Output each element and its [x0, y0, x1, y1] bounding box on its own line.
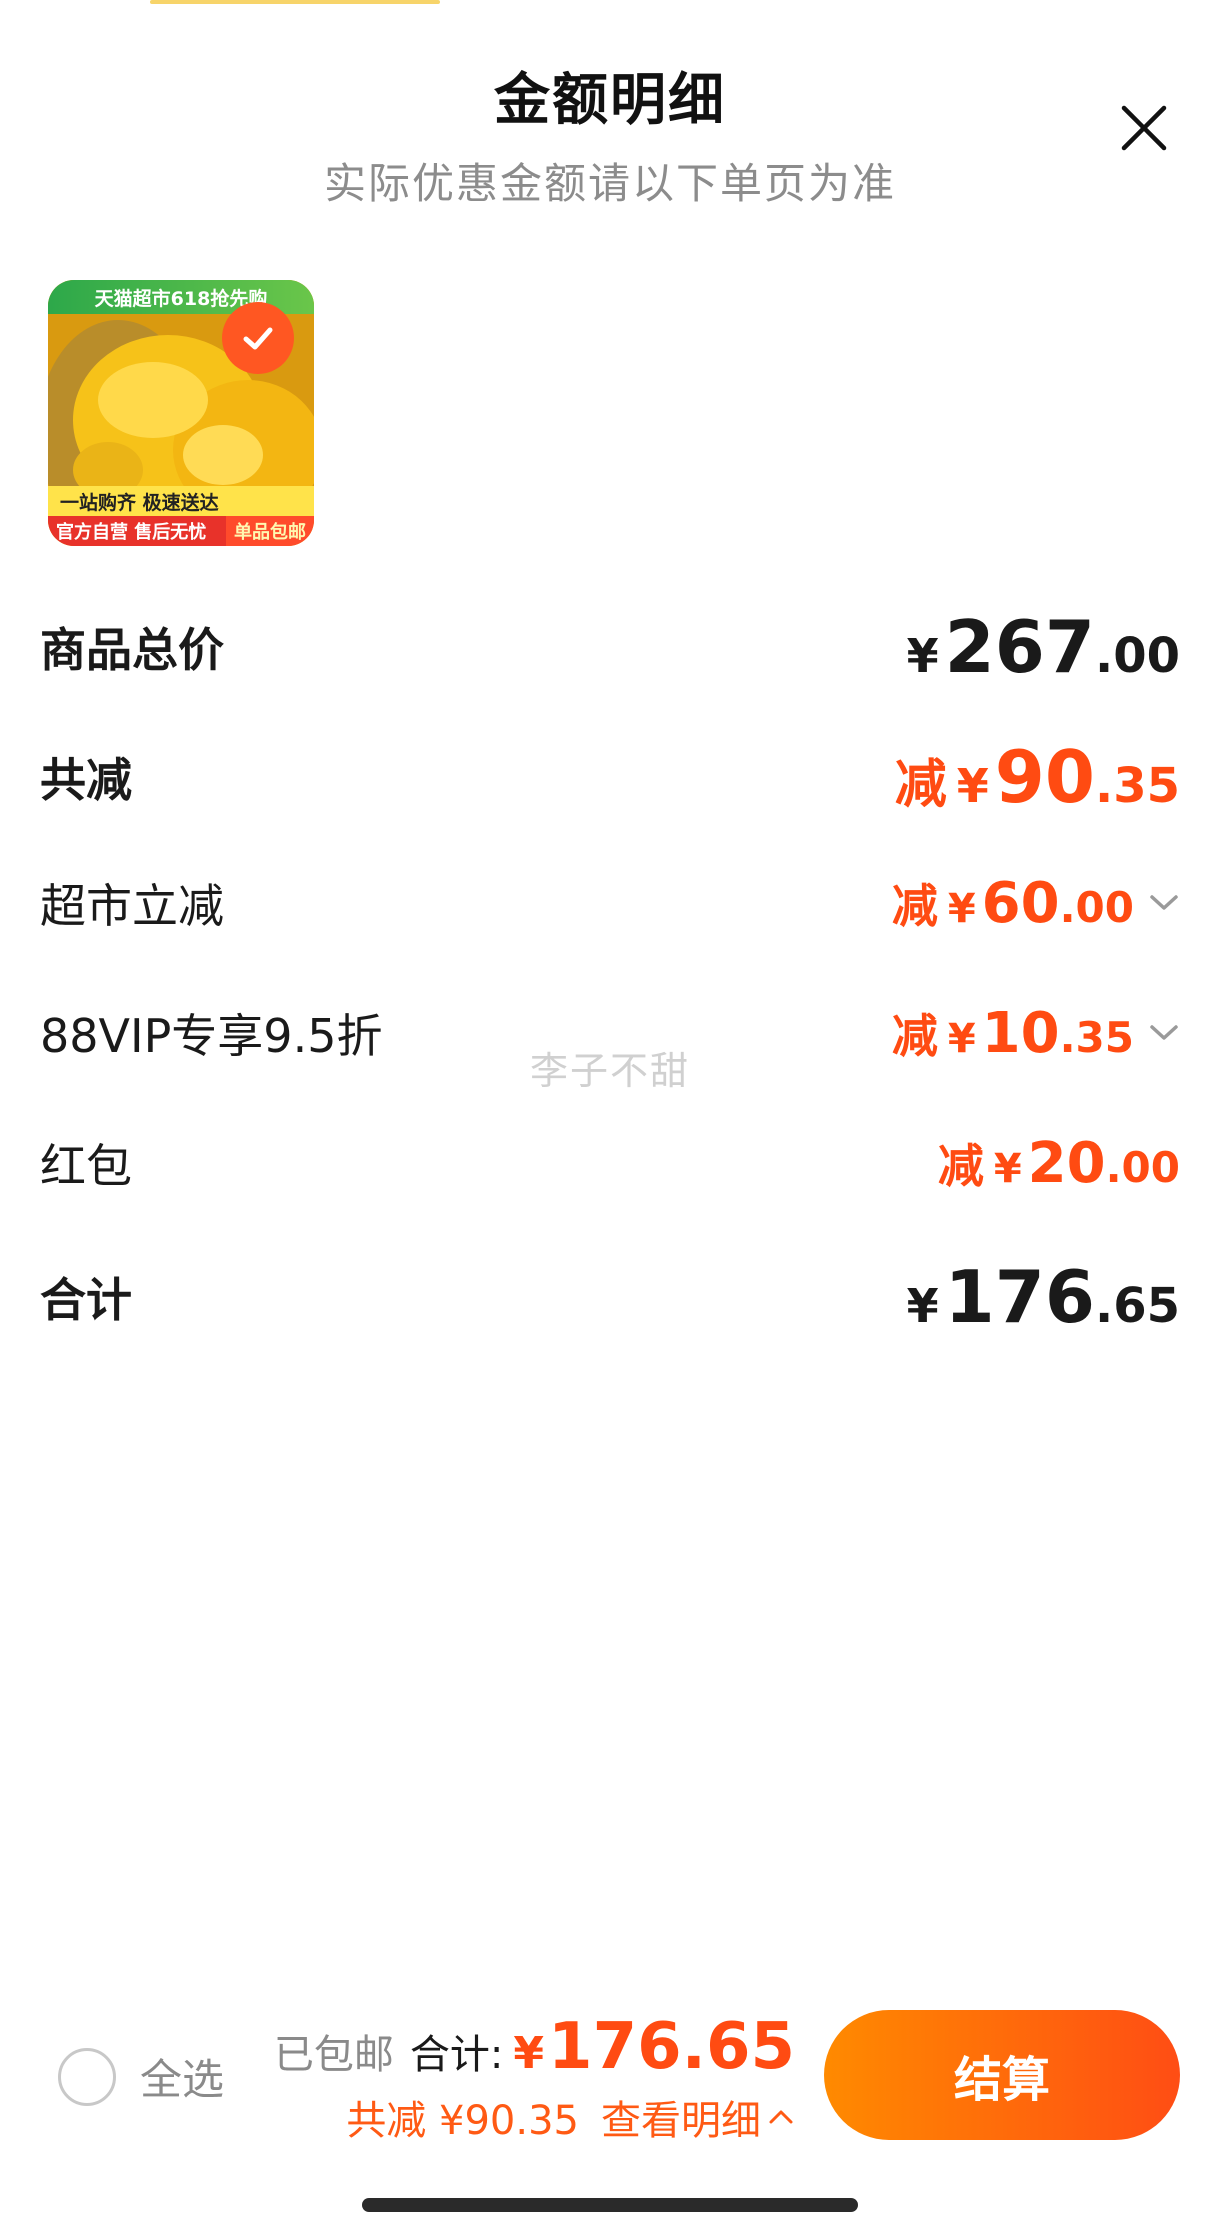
- currency-symbol: ¥: [906, 629, 939, 683]
- thumb-footer-left: 官方自营 售后无忧: [48, 516, 226, 546]
- amount-integer: 60: [981, 871, 1060, 936]
- amount-decimal: .35: [1094, 758, 1180, 814]
- chevron-down-icon[interactable]: [1148, 893, 1180, 913]
- total-label: 合计: [40, 1273, 132, 1327]
- currency-symbol: ¥: [906, 1279, 939, 1333]
- view-detail-link[interactable]: 查看明细: [601, 2088, 761, 2146]
- select-all-toggle[interactable]: 全选: [58, 2046, 224, 2107]
- thumb-footer: 官方自营 售后无忧 单品包邮: [48, 516, 314, 546]
- selected-check-icon[interactable]: [222, 302, 294, 374]
- order-summary: 已包邮 合计: ¥ 176.65 共减 ¥90.35 查看明细: [274, 2010, 795, 2146]
- discount-prefix: 减: [891, 879, 938, 933]
- red-packet-amount: 减 ¥ 20 .00: [938, 1130, 1180, 1196]
- subtotal-row: 商品总价 ¥ 267 .00: [40, 605, 1180, 689]
- red-packet-row: 红包 减 ¥ 20 .00: [40, 1130, 1180, 1196]
- select-all-label: 全选: [140, 2055, 225, 2104]
- amount-integer: 20: [1027, 1131, 1106, 1196]
- sheet-subtitle: 实际优惠金额请以下单页为准: [323, 159, 896, 208]
- amount-detail-sheet: 金额明细 实际优惠金额请以下单页为准 天猫超市618抢先购 一站购齐 极速送达 …: [0, 0, 1220, 2233]
- discount-prefix: 减: [894, 755, 947, 815]
- currency-symbol: ¥: [993, 1146, 1022, 1192]
- amount-decimal: .00: [1094, 628, 1180, 684]
- currency-symbol: ¥: [947, 886, 976, 932]
- summary-total-label: 合计:: [409, 2032, 504, 2078]
- discount-prefix: 减: [937, 1139, 984, 1193]
- home-indicator: [362, 2198, 858, 2212]
- total-row: 合计 ¥ 176 .65: [40, 1255, 1180, 1339]
- currency-symbol: ¥: [956, 759, 989, 813]
- amount-integer: 267: [944, 605, 1095, 689]
- currency-symbol: ¥: [513, 2028, 545, 2079]
- checkout-bar: 全选 已包邮 合计: ¥ 176.65 共减 ¥90.35 查看明细 结算: [0, 2000, 1220, 2150]
- summary-discount-line[interactable]: 共减 ¥90.35 查看明细: [274, 2088, 795, 2146]
- summary-discount-text: 共减 ¥90.35: [346, 2098, 579, 2144]
- subtotal-label: 商品总价: [40, 623, 224, 677]
- chevron-up-icon[interactable]: [767, 2107, 795, 2127]
- amount-integer: 90: [994, 735, 1095, 819]
- select-all-radio[interactable]: [58, 2047, 116, 2106]
- summary-total-number: 176.65: [548, 2010, 795, 2084]
- close-icon: [1121, 105, 1167, 151]
- summary-total-value: ¥ 176.65: [513, 2010, 795, 2084]
- total-discount-amount: 减 ¥ 90 .35: [895, 735, 1180, 819]
- product-thumbnail[interactable]: 天猫超市618抢先购 一站购齐 极速送达 官方自营 售后无忧 单品包邮: [48, 280, 314, 546]
- market-discount-row[interactable]: 超市立减 减 ¥ 60 .00: [40, 870, 1180, 936]
- red-packet-label: 红包: [40, 1139, 132, 1193]
- total-discount-label: 共减: [40, 753, 132, 807]
- market-discount-amount: 减 ¥ 60 .00: [892, 870, 1180, 936]
- checkout-button[interactable]: 结算: [824, 2010, 1180, 2140]
- free-shipping-text: 已包邮: [273, 2032, 394, 2078]
- amount-decimal: .65: [1094, 1278, 1180, 1334]
- watermark: 李子不甜: [529, 1049, 690, 1093]
- market-discount-label: 超市立减: [40, 879, 224, 933]
- sheet-title: 金额明细: [494, 68, 726, 133]
- total-amount: ¥ 176 .65: [907, 1255, 1180, 1339]
- amount-integer: 176: [944, 1255, 1095, 1339]
- subtotal-amount: ¥ 267 .00: [907, 605, 1180, 689]
- thumb-slogan: 一站购齐 极速送达: [48, 486, 314, 516]
- background-strip: [150, 0, 440, 4]
- summary-total-line: 已包邮 合计: ¥ 176.65: [274, 2010, 795, 2084]
- close-button[interactable]: [1116, 100, 1172, 156]
- amount-decimal: .00: [1105, 1143, 1180, 1192]
- thumb-footer-right: 单品包邮: [226, 516, 314, 546]
- sheet-header: 金额明细 实际优惠金额请以下单页为准: [0, 55, 1220, 211]
- amount-decimal: .00: [1059, 883, 1134, 932]
- total-discount-row: 共减 减 ¥ 90 .35: [40, 735, 1180, 819]
